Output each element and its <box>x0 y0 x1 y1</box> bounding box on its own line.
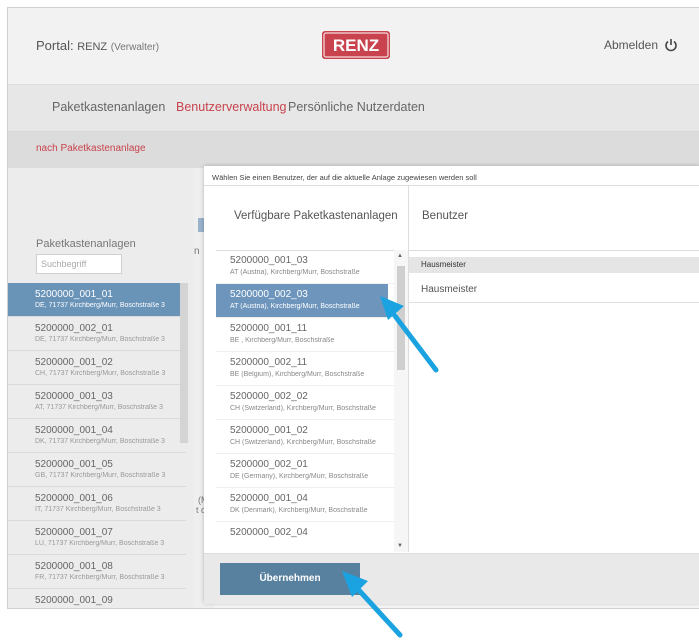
list-item[interactable]: 5200000_001_04 DK, 71737 Kirchberg/Murr, … <box>8 419 186 453</box>
user-row[interactable]: Hausmeister <box>409 278 699 303</box>
list-item-address: FR, 71737 Kirchberg/Murr, Boschstraße 3 <box>35 574 165 581</box>
header: Portal: RENZ (Verwalter) RENZ Abmelden <box>8 8 699 85</box>
tab-persoenliche-nutzerdaten[interactable]: Persönliche Nutzerdaten <box>288 100 425 114</box>
benutzer-column-header: Benutzer <box>409 186 699 251</box>
list-item[interactable]: 5200000_001_09 <box>8 589 186 608</box>
background-list-title: Paketkastenanlagen <box>36 238 136 250</box>
list-item-address: CH, 71737 Kirchberg/Murr, Boschstraße 3 <box>35 370 166 377</box>
background-search-input[interactable]: Suchbegriff <box>36 254 122 274</box>
anlagen-column-header: Verfügbare Paketkastenanlagen <box>216 186 408 251</box>
user-group-label: Hausmeister <box>421 260 466 269</box>
list-item[interactable]: 5200000_001_05 GB, 71737 Kirchberg/Murr, … <box>8 453 186 487</box>
benutzer-column: Benutzer Hausmeister Hausmeister <box>409 186 699 552</box>
assign-user-dialog: Wählen Sie einen Benutzer, der auf die a… <box>204 166 699 604</box>
logout-label: Abmelden <box>603 38 658 52</box>
scroll-down-icon[interactable]: ▼ <box>397 543 403 549</box>
list-item-address: IT, 71737 Kirchberg/Murr, Boschstraße 3 <box>35 506 161 513</box>
list-item[interactable]: 5200000_001_08 FR, 71737 Kirchberg/Murr, … <box>8 555 186 589</box>
list-item-address: DE, 71737 Kirchberg/Murr, Boschstraße 3 <box>35 336 165 343</box>
list-item[interactable]: 5200000_001_04 DK (Denmark), Kirchberg/Mu… <box>216 488 408 522</box>
portal-info: Portal: RENZ (Verwalter) <box>36 38 159 53</box>
list-item-address: CH (Switzerland), Kirchberg/Murr, Boschs… <box>230 439 376 446</box>
list-item-code: 5200000_001_04 <box>35 425 113 436</box>
list-item-code: 5200000_001_01 <box>35 289 113 300</box>
scroll-up-icon[interactable]: ▲ <box>397 253 403 259</box>
list-item-address: AT (Austria), Kirchberg/Murr, Boschstraß… <box>230 303 360 310</box>
list-item-code: 5200000_002_04 <box>230 527 308 538</box>
svg-text:RENZ: RENZ <box>333 36 379 55</box>
main-nav: Paketkastenanlagen Benutzerverwaltung Pe… <box>8 85 699 132</box>
list-item-code: 5200000_002_01 <box>35 323 113 334</box>
list-item-code: 5200000_001_06 <box>35 493 113 504</box>
portal-name: RENZ <box>77 41 108 53</box>
list-item-code: 5200000_001_04 <box>230 493 308 504</box>
list-item-address: BE , Kirchberg/Murr, Boschstraße <box>230 337 335 344</box>
list-item-code: 5200000_001_03 <box>35 391 113 402</box>
list-item-address: CH (Switzerland), Kirchberg/Murr, Boschs… <box>230 405 376 412</box>
list-item-address: BE (Belgium), Kirchberg/Murr, Boschstraß… <box>230 371 365 378</box>
list-item-address: DK, 71737 Kirchberg/Murr, Boschstraße 3 <box>35 438 165 445</box>
list-item-address: DE (Germany), Kirchberg/Murr, Boschstraß… <box>230 473 369 480</box>
tab-benutzerverwaltung[interactable]: Benutzerverwaltung <box>176 100 286 114</box>
list-item-code: 5200000_002_01 <box>230 459 308 470</box>
dialog-footer: Übernehmen <box>204 553 699 604</box>
dialog-title: Wählen Sie einen Benutzer, der auf die a… <box>212 173 477 182</box>
user-group-header: Hausmeister <box>409 257 699 273</box>
benutzer-column-title: Benutzer <box>422 210 469 222</box>
list-item[interactable]: 5200000_001_03 AT (Austria), Kirchberg/Mu… <box>216 250 408 284</box>
list-item-code: 5200000_001_09 <box>35 595 113 606</box>
list-item-code: 5200000_001_03 <box>230 255 308 266</box>
list-item[interactable]: 5200000_001_06 IT, 71737 Kirchberg/Murr, … <box>8 487 186 521</box>
list-item-address: DK (Denmark), Kirchberg/Murr, Boschstraß… <box>230 507 368 514</box>
anlagen-column-title: Verfügbare Paketkastenanlagen <box>234 210 398 222</box>
list-item-address: GB, 71737 Kirchberg/Murr, Boschstraße 3 <box>35 472 166 479</box>
list-item[interactable]: 5200000_001_07 LU, 71737 Kirchberg/Murr, … <box>8 521 186 555</box>
arrow-pointer-icon <box>342 571 403 638</box>
list-item-selected[interactable]: 5200000_002_03 AT (Austria), Kirchberg/Mu… <box>216 284 388 318</box>
app-window: Portal: RENZ (Verwalter) RENZ Abmelden P… <box>7 7 699 609</box>
portal-role: (Verwalter) <box>110 42 160 53</box>
list-item[interactable]: 5200000_001_03 AT, 71737 Kirchberg/Murr, … <box>8 385 186 419</box>
renz-logo: RENZ <box>322 31 390 59</box>
list-item-address: LU, 71737 Kirchberg/Murr, Boschstraße 3 <box>35 540 165 547</box>
list-item-code: 5200000_002_03 <box>230 289 308 300</box>
background-fragment-n: n <box>194 246 200 257</box>
list-item[interactable]: 5200000_002_01 DE, 71737 Kirchberg/Murr, … <box>8 317 186 351</box>
list-item[interactable]: 5200000_001_02 CH, 71737 Kirchberg/Murr, … <box>8 351 186 385</box>
list-item-address: AT, 71737 Kirchberg/Murr, Boschstraße 3 <box>35 404 163 411</box>
list-item-code: 5200000_002_02 <box>230 391 308 402</box>
list-item[interactable]: 5200000_002_04 <box>216 522 408 552</box>
list-item-code: 5200000_001_07 <box>35 527 113 538</box>
portal-label: Portal: <box>36 38 74 53</box>
logout-button[interactable]: Abmelden <box>604 38 678 52</box>
tab-paketkastenanlagen[interactable]: Paketkastenanlagen <box>52 100 165 114</box>
list-item-code: 5200000_001_05 <box>35 459 113 470</box>
list-item-code: 5200000_001_08 <box>35 561 113 572</box>
list-item-code: 5200000_001_02 <box>230 425 308 436</box>
list-item[interactable]: 5200000_002_01 DE (Germany), Kirchberg/Mu… <box>216 454 408 488</box>
list-item-address: AT (Austria), Kirchberg/Murr, Boschstraß… <box>230 269 360 276</box>
list-item[interactable]: 5200000_002_02 CH (Switzerland), Kirchber… <box>216 386 408 420</box>
list-item[interactable]: 5200000_001_02 CH (Switzerland), Kirchber… <box>216 420 408 454</box>
list-item-code: 5200000_001_02 <box>35 357 113 368</box>
list-item[interactable]: 5200000_001_01 DE, 71737 Kirchberg/Murr, … <box>8 283 186 317</box>
arrow-pointer-icon <box>380 296 439 373</box>
power-icon <box>665 39 677 52</box>
list-item-address: DE, 71737 Kirchberg/Murr, Boschstraße 3 <box>35 302 165 309</box>
background-list: 5200000_001_01 DE, 71737 Kirchberg/Murr, … <box>8 283 186 608</box>
subnav: nach Paketkastenanlage <box>8 132 699 168</box>
background-list-scrollbar[interactable] <box>180 283 188 443</box>
subnav-link-nach-paketkastenanlage[interactable]: nach Paketkastenanlage <box>36 143 146 154</box>
